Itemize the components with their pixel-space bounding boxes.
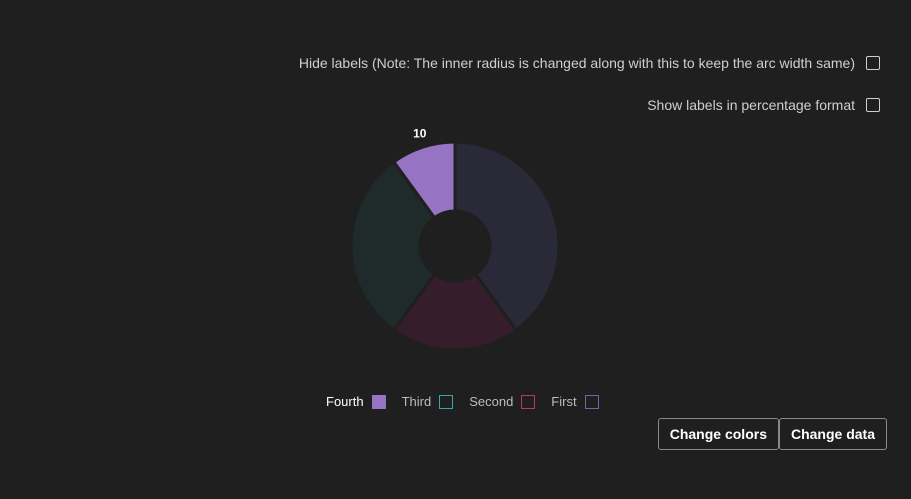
legend: Fourth Third Second First <box>326 394 615 409</box>
legend-swatch <box>521 394 536 409</box>
legend-label: Second <box>469 394 514 409</box>
legend-item-first[interactable]: First <box>551 394 599 409</box>
change-data-button[interactable]: Change data <box>778 418 887 450</box>
legend-label: Fourth <box>326 394 364 409</box>
button-group: Change colors Change data <box>657 418 887 450</box>
legend-item-fourth[interactable]: Fourth <box>326 394 386 409</box>
legend-item-third[interactable]: Third <box>402 394 454 409</box>
legend-item-second[interactable]: Second <box>469 394 536 409</box>
change-colors-button[interactable]: Change colors <box>657 418 779 450</box>
slice-label-fourth: 10 <box>413 127 427 141</box>
legend-label: First <box>551 394 577 409</box>
legend-label: Third <box>401 394 432 409</box>
legend-swatch <box>371 394 386 409</box>
legend-swatch <box>439 394 454 409</box>
page: Hide labels (Note: The inner radius is c… <box>0 0 911 499</box>
legend-swatch <box>584 394 599 409</box>
